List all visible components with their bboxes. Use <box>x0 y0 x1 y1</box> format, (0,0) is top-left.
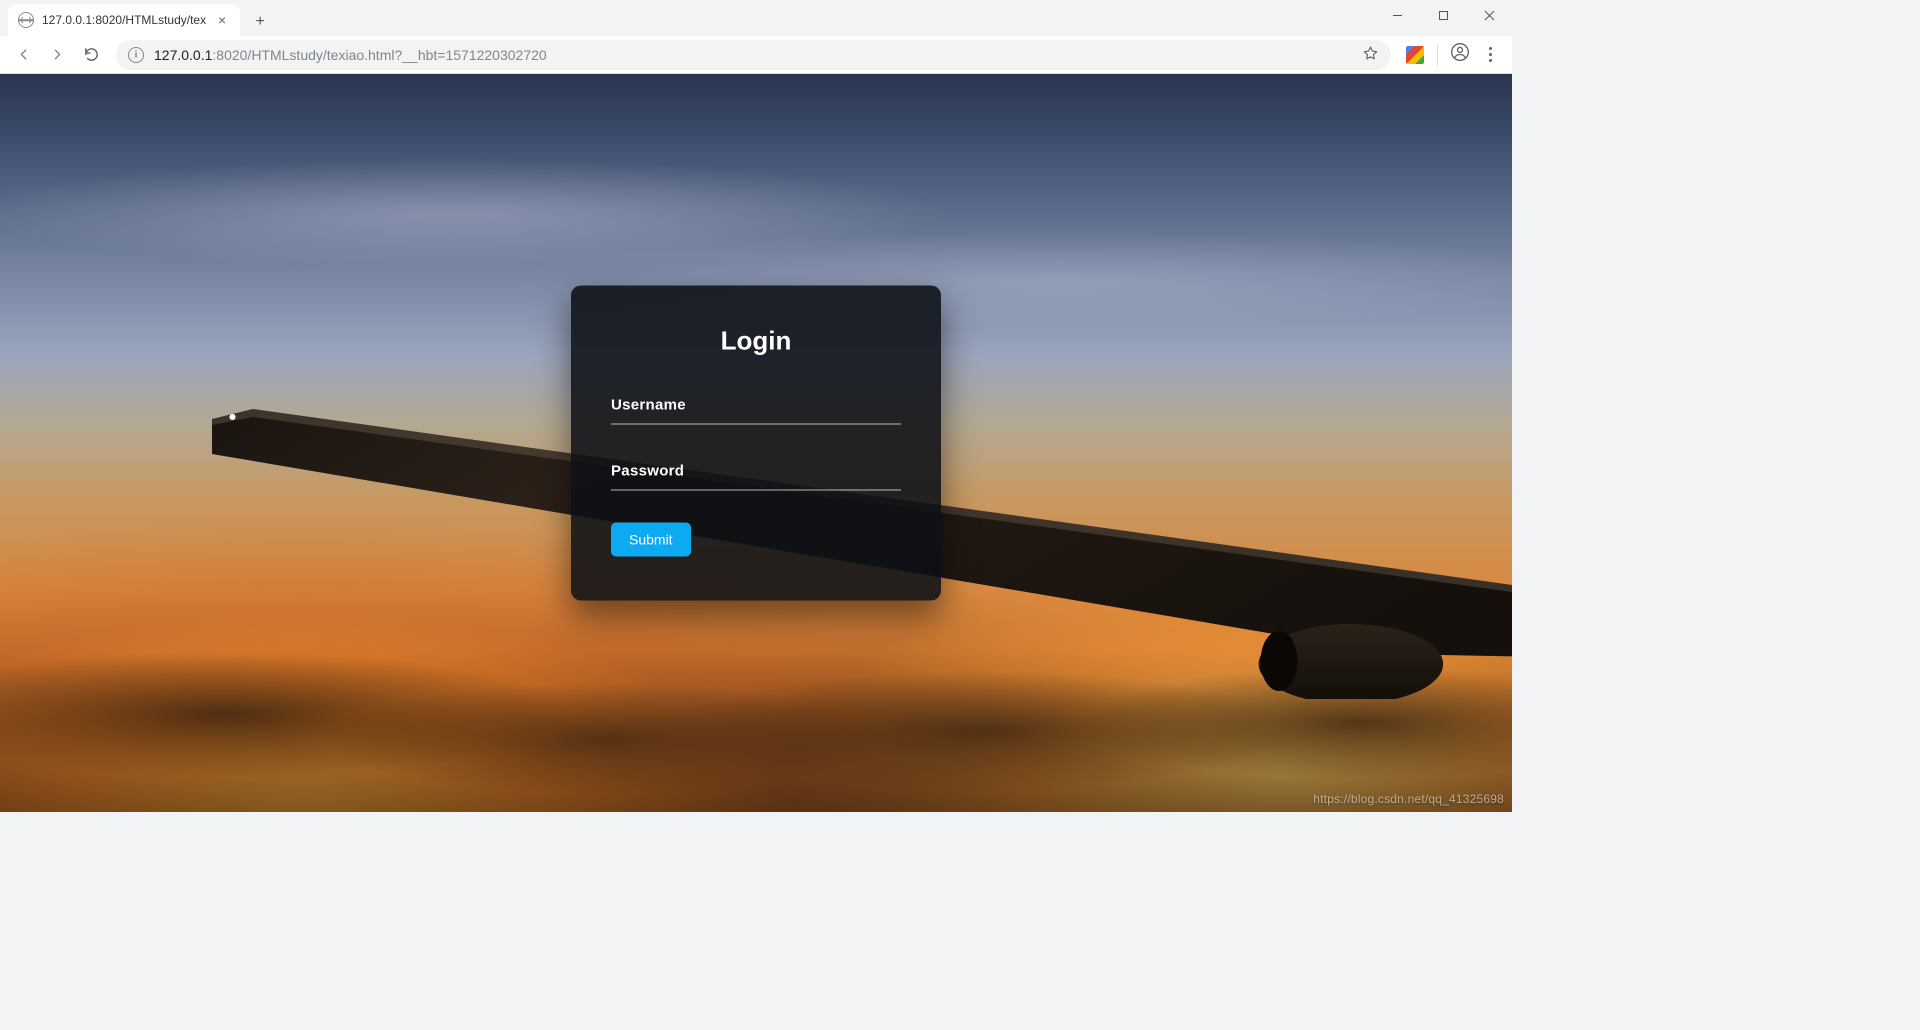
forward-button[interactable] <box>42 40 72 70</box>
url-path: :8020/HTMLstudy/texiao.html?__hbt=157122… <box>212 47 546 63</box>
url-text: 127.0.0.1:8020/HTMLstudy/texiao.html?__h… <box>154 47 1352 63</box>
url-host: 127.0.0.1 <box>154 47 212 63</box>
tab-title: 127.0.0.1:8020/HTMLstudy/tex <box>42 13 206 27</box>
password-input[interactable] <box>611 457 901 491</box>
username-field: Username <box>611 391 901 425</box>
globe-icon <box>18 12 34 28</box>
toolbar-right <box>1401 41 1504 69</box>
tab-strip: 127.0.0.1:8020/HTMLstudy/tex × + <box>0 0 1512 36</box>
submit-button[interactable]: Submit <box>611 523 691 557</box>
back-button[interactable] <box>8 40 38 70</box>
browser-tab[interactable]: 127.0.0.1:8020/HTMLstudy/tex × <box>8 4 240 36</box>
password-field: Password <box>611 457 901 491</box>
reload-button[interactable] <box>76 40 106 70</box>
page-viewport: Login Username Password Submit https://b… <box>0 74 1512 812</box>
address-bar[interactable]: 127.0.0.1:8020/HTMLstudy/texiao.html?__h… <box>116 40 1391 70</box>
menu-button[interactable] <box>1476 41 1504 69</box>
browser-chrome: 127.0.0.1:8020/HTMLstudy/tex × + <box>0 0 1512 74</box>
close-window-button[interactable] <box>1466 0 1512 30</box>
profile-button[interactable] <box>1446 41 1474 69</box>
maximize-button[interactable] <box>1420 0 1466 30</box>
minimize-button[interactable] <box>1374 0 1420 30</box>
extension-icon[interactable] <box>1401 41 1429 69</box>
username-input[interactable] <box>611 391 901 425</box>
site-info-icon[interactable] <box>128 47 144 63</box>
new-tab-button[interactable]: + <box>246 8 274 36</box>
close-tab-icon[interactable]: × <box>214 12 230 28</box>
login-title: Login <box>611 326 901 357</box>
login-panel: Login Username Password Submit <box>571 286 941 601</box>
bookmark-star-icon[interactable] <box>1362 45 1379 65</box>
window-controls <box>1374 0 1512 36</box>
toolbar-divider <box>1437 44 1438 66</box>
watermark-text: https://blog.csdn.net/qq_41325698 <box>1313 792 1504 806</box>
browser-toolbar: 127.0.0.1:8020/HTMLstudy/texiao.html?__h… <box>0 36 1512 74</box>
